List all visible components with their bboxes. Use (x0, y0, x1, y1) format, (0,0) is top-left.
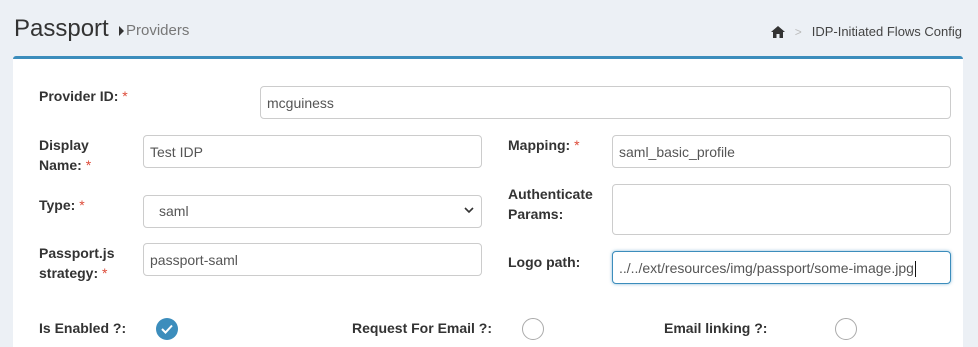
auth-params-label-line2: Params: (508, 206, 564, 222)
home-icon[interactable] (770, 25, 785, 38)
display-name-label: Display Name: * (39, 135, 91, 175)
request-email-checkbox[interactable] (522, 318, 544, 340)
mapping-label-text: Mapping: (508, 137, 571, 153)
logo-path-input[interactable]: ../../ext/resources/img/passport/some-im… (612, 251, 951, 284)
page-title: Passport (14, 15, 109, 42)
display-name-label-line2: Name: (39, 157, 82, 173)
mapping-input[interactable]: saml_basic_profile (612, 135, 951, 168)
strategy-label: Passport.js strategy: * (39, 243, 114, 283)
page-header: Passport Providers > IDP-Initiated Flows… (0, 0, 978, 58)
page-subtitle-text: Providers (126, 22, 190, 39)
type-select-value: saml (159, 203, 189, 219)
logo-path-label: Logo path: (508, 254, 581, 270)
is-enabled-label: Is Enabled ?: (39, 320, 127, 336)
type-label: Type: * (39, 195, 85, 215)
display-name-input[interactable]: Test IDP (143, 135, 482, 168)
provider-id-label: Provider ID: * (39, 86, 128, 106)
required-mark: * (122, 88, 128, 104)
required-mark: * (102, 265, 108, 281)
mapping-label: Mapping: * (508, 135, 580, 155)
chevron-down-icon (464, 207, 474, 214)
caret-right-icon (119, 25, 124, 36)
auth-params-label: Authenticate Params: (508, 184, 593, 224)
email-linking-checkbox[interactable] (835, 318, 857, 340)
display-name-label-line1: Display (39, 137, 89, 153)
email-linking-label: Email linking ?: (664, 320, 768, 336)
provider-id-label-text: Provider ID: (39, 88, 119, 104)
required-mark: * (574, 137, 580, 153)
strategy-label-line2: strategy: (39, 265, 99, 281)
logo-path-value: ../../ext/resources/img/passport/some-im… (619, 260, 914, 276)
provider-form-box: Provider ID: * mcguiness Display Name: *… (13, 56, 963, 347)
is-enabled-checkbox[interactable] (156, 318, 178, 340)
provider-id-input[interactable]: mcguiness (260, 86, 951, 119)
auth-params-label-line1: Authenticate (508, 186, 593, 202)
page-subtitle: Providers (119, 22, 189, 39)
breadcrumb: > IDP-Initiated Flows Config (770, 24, 962, 39)
breadcrumb-current: IDP-Initiated Flows Config (811, 24, 962, 39)
text-cursor (914, 261, 916, 278)
required-mark: * (79, 197, 85, 213)
required-mark: * (85, 157, 92, 173)
strategy-input[interactable]: passport-saml (143, 243, 482, 276)
type-label-text: Type: (39, 197, 76, 213)
request-email-label: Request For Email ?: (352, 320, 493, 336)
strategy-label-line1: Passport.js (39, 245, 115, 261)
auth-params-textarea[interactable] (612, 184, 951, 235)
type-select[interactable]: saml (143, 195, 482, 228)
breadcrumb-separator: > (794, 24, 802, 39)
check-icon (161, 324, 173, 334)
